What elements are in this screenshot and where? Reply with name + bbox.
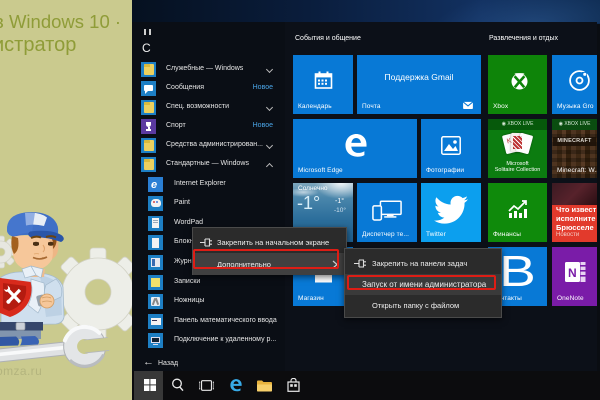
svg-text:N: N — [568, 266, 577, 280]
